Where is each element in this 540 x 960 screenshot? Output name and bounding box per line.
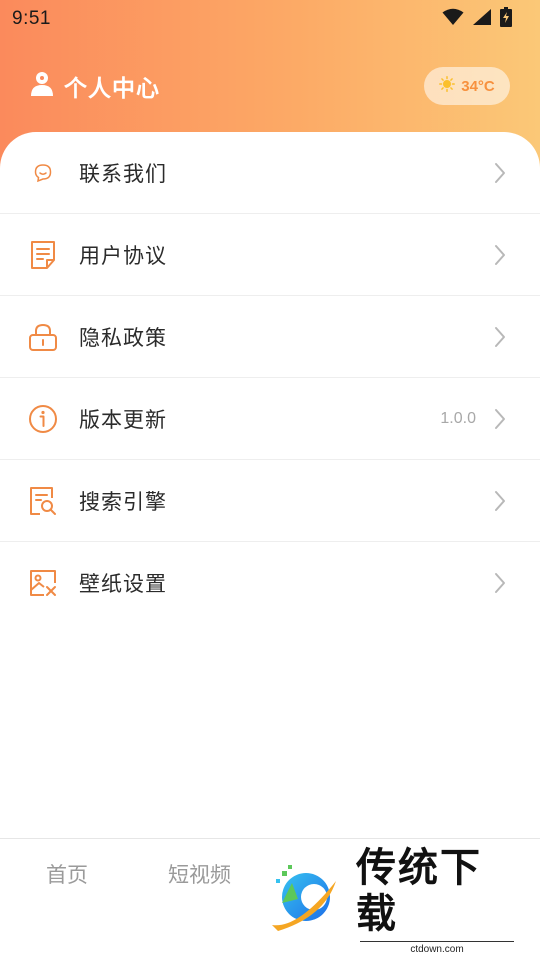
chevron-right-icon: [492, 571, 508, 595]
search-document-icon: [28, 486, 58, 516]
page-title-group: 个人中心: [30, 69, 160, 103]
menu-item-label: 搜索引擎: [79, 489, 167, 514]
status-time: 9:51: [12, 8, 51, 29]
watermark-logo-icon: [268, 861, 342, 939]
watermark: 传统下载 ctdown.com: [268, 845, 518, 955]
status-icons: [442, 7, 512, 31]
wifi-icon: [442, 8, 464, 30]
temperature-label: 34°C: [461, 77, 495, 95]
chevron-right-icon: [492, 407, 508, 431]
tab-short-video[interactable]: 短视频: [168, 859, 231, 889]
image-settings-icon: [28, 568, 58, 598]
tab-home[interactable]: 首页: [46, 859, 88, 889]
menu-item-label: 联系我们: [79, 161, 167, 186]
info-icon: [28, 404, 58, 434]
battery-charging-icon: [500, 7, 512, 31]
menu-item-contact-us[interactable]: 联系我们: [0, 132, 540, 214]
menu-item-label: 隐私政策: [79, 325, 167, 350]
chevron-right-icon: [492, 243, 508, 267]
chat-bubble-icon: [28, 158, 58, 188]
chevron-right-icon: [492, 489, 508, 513]
watermark-subtitle: ctdown.com: [360, 941, 514, 955]
header-title-row: 个人中心 34°C: [30, 66, 510, 106]
document-icon: [28, 240, 58, 270]
menu-panel: 联系我们 用户协议 隐私政策 版本更新 1.0.0 搜索引擎 壁纸设置: [0, 132, 540, 838]
user-icon: [30, 71, 54, 101]
status-bar: 9:51: [0, 0, 540, 38]
chevron-right-icon: [492, 325, 508, 349]
lock-icon: [28, 322, 58, 352]
menu-item-label: 壁纸设置: [79, 572, 167, 596]
menu-item-search-engine[interactable]: 搜索引擎: [0, 460, 540, 542]
menu-item-label: 版本更新: [79, 407, 167, 432]
chevron-right-icon: [492, 161, 508, 185]
menu-item-user-agreement[interactable]: 用户协议: [0, 214, 540, 296]
menu-item-wallpaper-settings[interactable]: 壁纸设置: [0, 542, 540, 624]
menu-item-privacy-policy[interactable]: 隐私政策: [0, 296, 540, 378]
weather-badge[interactable]: 34°C: [424, 67, 510, 105]
watermark-text: 传统下载 ctdown.com: [356, 845, 518, 955]
page-title: 个人中心: [64, 76, 160, 102]
menu-item-version-update[interactable]: 版本更新 1.0.0: [0, 378, 540, 460]
watermark-title: 传统下载: [356, 845, 482, 937]
version-value: 1.0.0: [440, 409, 476, 427]
menu-item-label: 用户协议: [79, 243, 167, 268]
signal-icon: [472, 8, 492, 30]
sun-icon: [439, 76, 456, 96]
